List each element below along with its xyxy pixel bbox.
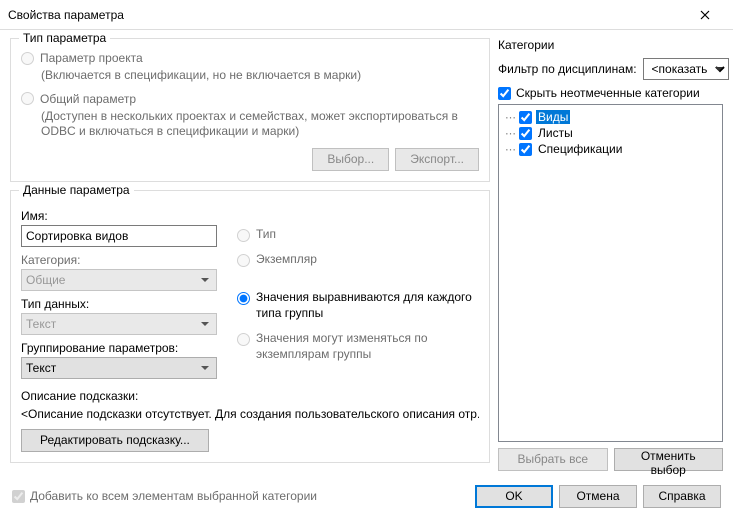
instance-radio[interactable]	[237, 254, 250, 267]
instance-radio-label: Экземпляр	[256, 252, 317, 268]
tree-label[interactable]: Виды	[536, 110, 570, 124]
select-button[interactable]: Выбор...	[312, 148, 389, 171]
cancel-button[interactable]: Отмена	[559, 485, 637, 508]
align-radio-label: Значения выравниваются для каждого типа …	[256, 290, 479, 321]
type-radio[interactable]	[237, 229, 250, 242]
name-input[interactable]	[21, 225, 217, 247]
add-to-all-label: Добавить ко всем элементам выбранной кат…	[30, 489, 317, 503]
tooltip-preview: <Описание подсказки отсутствует. Для соз…	[21, 407, 479, 421]
shared-param-label: Общий параметр	[40, 92, 136, 106]
shared-param-hint: (Доступен в нескольких проектах и семейс…	[41, 109, 479, 140]
category-label: Категория:	[21, 253, 221, 267]
hide-unchecked-label: Скрыть неотмеченные категории	[516, 86, 700, 100]
param-type-group: Тип параметра Параметр проекта (Включает…	[10, 38, 490, 182]
project-param-label: Параметр проекта	[40, 51, 143, 65]
vary-radio[interactable]	[237, 333, 250, 346]
tree-checkbox[interactable]	[519, 127, 532, 140]
tree-item[interactable]: ⋯ Листы	[501, 125, 720, 141]
datatype-select[interactable]: Текст	[21, 313, 217, 335]
grouping-select[interactable]: Текст	[21, 357, 217, 379]
tree-label[interactable]: Листы	[536, 126, 575, 140]
type-radio-label: Тип	[256, 227, 276, 243]
param-type-legend: Тип параметра	[19, 31, 110, 45]
export-button[interactable]: Экспорт...	[395, 148, 479, 171]
select-all-button[interactable]: Выбрать все	[498, 448, 608, 471]
add-to-all-checkbox[interactable]	[12, 490, 25, 503]
tree-checkbox[interactable]	[519, 143, 532, 156]
ok-button[interactable]: OK	[475, 485, 553, 508]
param-data-legend: Данные параметра	[19, 183, 134, 197]
deselect-all-button[interactable]: Отменить выбор	[614, 448, 724, 471]
tooltip-label: Описание подсказки:	[21, 389, 479, 403]
titlebar: Свойства параметра	[0, 0, 733, 30]
close-button[interactable]	[685, 1, 725, 29]
param-data-group: Данные параметра Имя: Категория: Общие Т…	[10, 190, 490, 463]
tree-branch-icon: ⋯	[501, 111, 519, 124]
window-title: Свойства параметра	[8, 8, 685, 22]
filter-label: Фильтр по дисциплинам:	[498, 62, 637, 76]
shared-param-radio[interactable]	[21, 92, 34, 105]
hide-unchecked-checkbox[interactable]	[498, 87, 511, 100]
name-label: Имя:	[21, 209, 221, 223]
tree-item[interactable]: ⋯ Виды	[501, 109, 720, 125]
vary-radio-label: Значения могут изменяться по экземплярам…	[256, 331, 479, 362]
datatype-label: Тип данных:	[21, 297, 221, 311]
discipline-filter-select[interactable]: <показать	[643, 58, 729, 80]
tree-branch-icon: ⋯	[501, 127, 519, 140]
tree-checkbox[interactable]	[519, 111, 532, 124]
categories-tree[interactable]: ⋯ Виды ⋯ Листы ⋯ Спецификации	[498, 104, 723, 442]
tree-label[interactable]: Спецификации	[536, 142, 624, 156]
edit-tooltip-button[interactable]: Редактировать подсказку...	[21, 429, 209, 452]
align-radio[interactable]	[237, 292, 250, 305]
project-param-radio[interactable]	[21, 52, 34, 65]
tree-branch-icon: ⋯	[501, 143, 519, 156]
category-select[interactable]: Общие	[21, 269, 217, 291]
close-icon	[700, 10, 710, 20]
categories-legend: Категории	[498, 38, 723, 52]
help-button[interactable]: Справка	[643, 485, 721, 508]
project-param-hint: (Включается в спецификации, но не включа…	[41, 68, 479, 84]
tree-item[interactable]: ⋯ Спецификации	[501, 141, 720, 157]
grouping-label: Группирование параметров:	[21, 341, 221, 355]
